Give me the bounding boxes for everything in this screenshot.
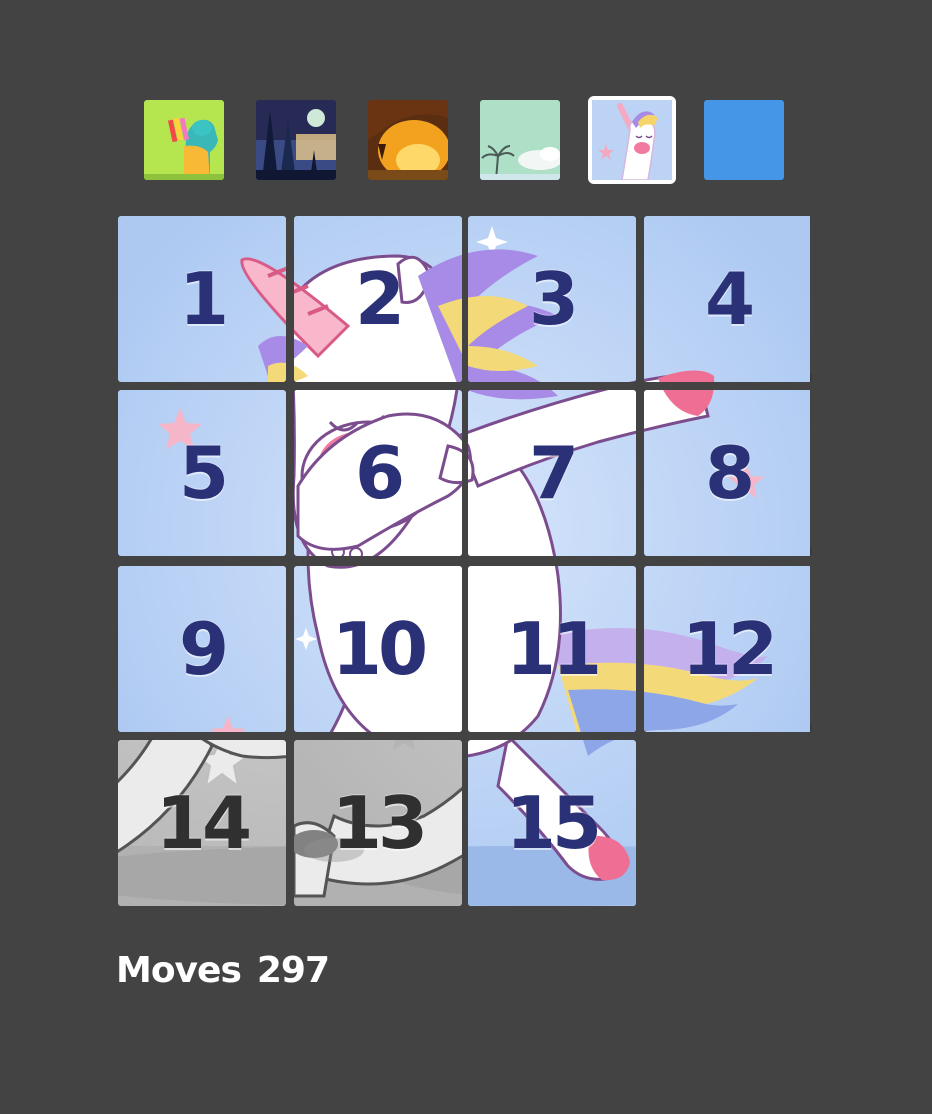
tile-number: 4 xyxy=(704,257,755,341)
puzzle-board: 1 2 3 4 5 6 7 8 9 10 11 12 14 13 15 xyxy=(118,216,810,908)
tile-6[interactable]: 6 xyxy=(294,390,462,556)
moves-counter: Moves 297 xyxy=(116,950,330,991)
thumb-plain-blue[interactable] xyxy=(704,100,784,180)
tile-number: 6 xyxy=(354,431,405,515)
tile-number: 3 xyxy=(528,257,579,341)
tile-number: 10 xyxy=(331,607,428,691)
thumb-llama[interactable] xyxy=(144,100,224,180)
tile-7[interactable]: 7 xyxy=(468,390,636,556)
tile-number: 2 xyxy=(354,257,405,341)
tile-11[interactable]: 11 xyxy=(468,566,636,732)
tile-2[interactable]: 2 xyxy=(294,216,462,382)
tile-number: 13 xyxy=(331,781,428,865)
thumb-unicorn[interactable] xyxy=(588,96,676,184)
thumb-night-forest[interactable] xyxy=(256,100,336,180)
tile-number: 14 xyxy=(155,781,252,865)
tile-12[interactable]: 12 xyxy=(644,566,812,732)
thumb-beach-palm[interactable] xyxy=(480,100,560,180)
tile-4[interactable]: 4 xyxy=(644,216,812,382)
tile-5[interactable]: 5 xyxy=(118,390,286,556)
tile-10[interactable]: 10 xyxy=(294,566,462,732)
moves-count: 297 xyxy=(256,950,330,991)
tile-number: 8 xyxy=(704,431,755,515)
tile-13[interactable]: 13 xyxy=(294,740,462,906)
tile-number: 15 xyxy=(505,781,602,865)
tile-number: 12 xyxy=(681,607,778,691)
tile-number: 1 xyxy=(178,257,229,341)
picture-selector xyxy=(144,96,784,184)
tile-3[interactable]: 3 xyxy=(468,216,636,382)
tile-8[interactable]: 8 xyxy=(644,390,812,556)
tile-number: 7 xyxy=(528,431,579,515)
tile-1[interactable]: 1 xyxy=(118,216,286,382)
thumb-sunset-cave[interactable] xyxy=(368,100,448,180)
tile-14[interactable]: 14 xyxy=(118,740,286,906)
tile-9[interactable]: 9 xyxy=(118,566,286,732)
tile-number: 9 xyxy=(178,607,229,691)
moves-label: Moves xyxy=(116,950,242,991)
tile-number: 11 xyxy=(505,607,602,691)
tile-15[interactable]: 15 xyxy=(468,740,636,906)
tile-number: 5 xyxy=(178,431,229,515)
